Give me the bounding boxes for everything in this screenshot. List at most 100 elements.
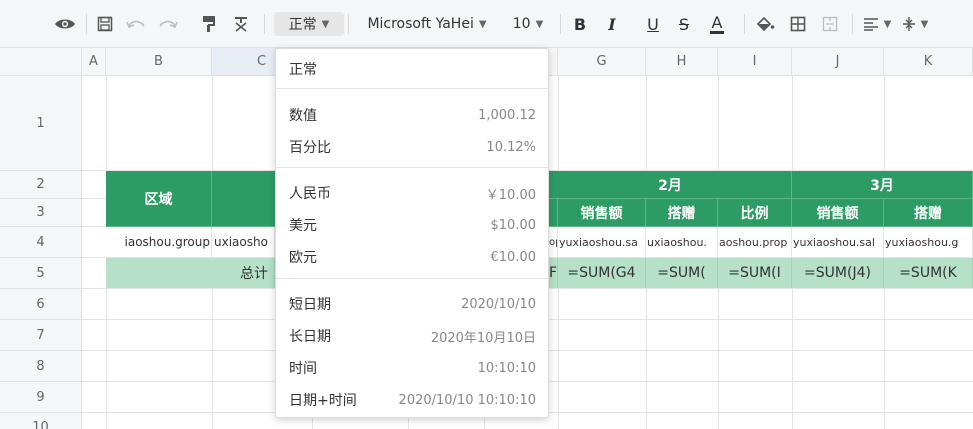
row-header-5[interactable]: 5 (0, 258, 82, 289)
save-icon[interactable] (94, 12, 116, 36)
chevron-down-icon: ▼ (920, 18, 929, 30)
font-size-dropdown[interactable]: 10 ▼ (506, 12, 550, 36)
bold-button[interactable]: B (568, 12, 592, 36)
cell-c4[interactable]: uxiaosho (212, 227, 275, 257)
merge-cells-icon[interactable] (818, 12, 842, 36)
select-all-corner[interactable] (0, 48, 82, 76)
row-header-1[interactable]: 1 (0, 76, 82, 171)
eye-icon[interactable] (52, 12, 78, 36)
format-option-label: 正常 (289, 62, 317, 78)
clear-format-icon[interactable] (230, 12, 252, 36)
row-header-4[interactable]: 4 (0, 227, 82, 258)
cell-k5[interactable]: =SUM(K (884, 258, 973, 288)
chevron-down-icon: ▼ (321, 18, 330, 30)
col-header-h[interactable]: H (646, 48, 718, 76)
cell-g4[interactable]: yuxiaoshou.sa (558, 227, 646, 257)
format-option-percent[interactable]: 百分比 10.12% (276, 131, 548, 163)
cell-j4[interactable]: yuxiaoshou.sal (792, 227, 884, 257)
cell-i4[interactable]: aoshou.prop (718, 227, 792, 257)
format-option-label: 日期+时间 (289, 393, 357, 409)
format-option-label: 百分比 (289, 140, 331, 156)
cell-f4[interactable]: op (549, 227, 558, 257)
format-option-eur[interactable]: 欧元 €10.00 (276, 241, 548, 273)
cell-h4[interactable]: uxiaoshou. (646, 227, 718, 257)
format-option-label: 欧元 (289, 250, 317, 266)
row-header-10[interactable]: 10 (0, 413, 82, 429)
col-header-g[interactable]: G (558, 48, 646, 76)
row-header-7[interactable]: 7 (0, 320, 82, 351)
fill-color-icon[interactable] (752, 12, 778, 36)
cell-total-label[interactable]: 总计 (106, 258, 275, 288)
format-option-example: ￥10.00 (485, 187, 536, 203)
format-option-example: €10.00 (490, 249, 537, 265)
col-header-k[interactable]: K (884, 48, 973, 76)
cell-k4[interactable]: yuxiaoshou.g (884, 227, 973, 257)
format-option-example: 10.12% (486, 139, 536, 155)
number-format-value: 正常 (288, 17, 317, 33)
format-option-label: 长日期 (289, 329, 331, 345)
cell-i5[interactable]: =SUM(I (718, 258, 792, 288)
font-size-value: 10 (512, 16, 531, 32)
format-option-label: 美元 (289, 218, 317, 234)
cell-month3-header[interactable]: 3月 (792, 171, 973, 199)
cell-region-header[interactable]: 区域 (106, 171, 212, 227)
cell-i3[interactable]: 比例 (718, 199, 792, 227)
col-header-i[interactable]: I (718, 48, 792, 76)
format-option-time[interactable]: 时间 10:10:10 (276, 352, 548, 384)
col-header-j[interactable]: J (792, 48, 884, 76)
format-option-datetime[interactable]: 日期+时间 2020/10/10 10:10:10 (276, 384, 548, 416)
cell-g3[interactable]: 销售额 (558, 199, 646, 227)
format-option-short-date[interactable]: 短日期 2020/10/10 (276, 288, 548, 320)
font-family-value: Microsoft YaHei (367, 16, 474, 32)
cell-j5[interactable]: =SUM(J4) (792, 258, 884, 288)
cell-j3[interactable]: 销售额 (792, 199, 884, 227)
format-option-long-date[interactable]: 长日期 2020年10月10日 (276, 320, 548, 352)
align-icon[interactable]: ▼ (860, 12, 894, 36)
row-header-9[interactable]: 9 (0, 382, 82, 413)
format-option-label: 短日期 (289, 297, 331, 313)
cell-f3[interactable] (549, 199, 558, 227)
font-color-button[interactable]: A (704, 12, 730, 36)
row-header-2[interactable]: 2 (0, 171, 82, 199)
row-header-3[interactable]: 3 (0, 199, 82, 227)
row-header-8[interactable]: 8 (0, 351, 82, 382)
row-header-6[interactable]: 6 (0, 289, 82, 320)
strikethrough-button[interactable]: S (672, 12, 696, 36)
format-option-usd[interactable]: 美元 $10.00 (276, 209, 548, 241)
italic-button[interactable]: I (600, 12, 624, 36)
cell-h5[interactable]: =SUM( (646, 258, 718, 288)
cell-f5[interactable]: F (549, 258, 558, 288)
toolbar: 正常 ▼ Microsoft YaHei ▼ 10 ▼ B I U S A ▼ … (0, 0, 973, 48)
number-format-dropdown[interactable]: 正常 ▼ (274, 12, 344, 36)
format-option-label: 时间 (289, 361, 317, 377)
format-option-label: 数值 (289, 108, 317, 124)
format-option-rmb[interactable]: 人民币 ￥10.00 (276, 177, 548, 209)
format-option-normal[interactable]: 正常 (276, 53, 548, 85)
format-option-example: 2020/10/10 10:10:10 (398, 392, 536, 408)
format-option-example: 2020年10月10日 (430, 330, 536, 346)
format-option-label: 人民币 (289, 186, 331, 202)
chevron-down-icon: ▼ (478, 18, 487, 30)
border-icon[interactable] (786, 12, 810, 36)
format-option-example: 1,000.12 (478, 107, 536, 123)
format-option-example: $10.00 (490, 217, 537, 233)
undo-icon[interactable] (124, 12, 148, 36)
format-option-example: 2020/10/10 (461, 296, 536, 312)
cell-month2-header[interactable]: 2月 (549, 171, 792, 199)
cell-k3[interactable]: 搭赠 (884, 199, 973, 227)
cell-g5[interactable]: =SUM(G4 (558, 258, 646, 288)
chevron-down-icon: ▼ (535, 18, 544, 30)
col-header-b[interactable]: B (106, 48, 212, 76)
cell-b4[interactable]: iaoshou.group (106, 227, 212, 257)
cell-h3[interactable]: 搭赠 (646, 199, 718, 227)
underline-button[interactable]: U (641, 12, 665, 36)
chevron-down-icon: ▼ (883, 18, 892, 30)
col-header-a[interactable]: A (82, 48, 106, 76)
font-family-dropdown[interactable]: Microsoft YaHei ▼ (356, 12, 498, 36)
valign-icon[interactable]: ▼ (898, 12, 932, 36)
redo-icon[interactable] (156, 12, 180, 36)
format-option-number[interactable]: 数值 1,000.12 (276, 99, 548, 131)
format-painter-icon[interactable] (198, 12, 220, 36)
format-option-example: 10:10:10 (477, 360, 536, 376)
number-format-menu: 正常 数值 1,000.12 百分比 10.12% 人民币 ￥10.00 美元 … (275, 48, 549, 418)
